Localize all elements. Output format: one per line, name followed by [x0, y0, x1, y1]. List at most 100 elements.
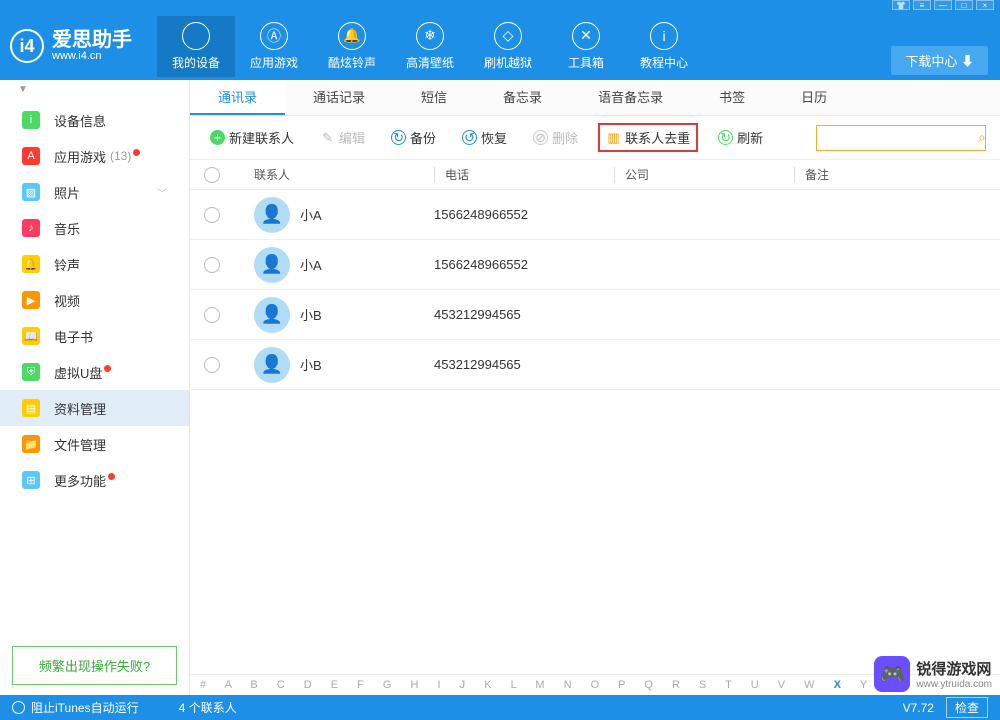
red-dot-icon	[133, 149, 140, 156]
avatar-icon: 👤	[254, 197, 290, 233]
sidebar-item-2[interactable]: ▨ 照片 ﹀	[0, 174, 189, 210]
sidebar-label: 铃声	[54, 255, 80, 274]
search-box[interactable]: ⌕	[816, 125, 986, 151]
row-checkbox[interactable]	[204, 257, 220, 273]
nav-tab-5[interactable]: ✕工具箱	[547, 16, 625, 77]
refresh-icon: ↻	[718, 130, 733, 145]
sidebar-item-9[interactable]: 📁文件管理	[0, 426, 189, 462]
sidebar-item-3[interactable]: ♪音乐	[0, 210, 189, 246]
minimize-button[interactable]: —	[934, 0, 952, 10]
sub-tab-3[interactable]: 备忘录	[475, 80, 570, 115]
nav-tab-icon: 🔔	[338, 22, 366, 50]
contact-row[interactable]: 👤 小A 1566248966552	[190, 190, 1000, 240]
watermark-title: 锐得游戏网	[916, 658, 992, 679]
row-checkbox[interactable]	[204, 207, 220, 223]
chevron-down-icon: ﹀	[157, 185, 167, 200]
nav-tab-label: 刷机越狱	[469, 54, 547, 71]
search-icon[interactable]: ⌕	[978, 129, 986, 146]
row-checkbox[interactable]	[204, 307, 220, 323]
backup-button[interactable]: ↻ 备份	[385, 124, 442, 151]
sidebar-item-5[interactable]: ▶ 视频	[0, 282, 189, 318]
sidebar-item-1[interactable]: A应用游戏(13)	[0, 138, 189, 174]
contact-row[interactable]: 👤 小B 453212994565	[190, 340, 1000, 390]
sub-tab-4[interactable]: 语音备忘录	[570, 80, 691, 115]
sidebar-label: 照片	[54, 183, 80, 202]
select-all-checkbox[interactable]	[204, 167, 220, 183]
restore-button[interactable]: ↺ 恢复	[456, 124, 513, 151]
version-label: V7.72	[903, 701, 934, 715]
sidebar-icon: ⛨	[22, 363, 40, 381]
nav-tab-label: 工具箱	[547, 54, 625, 71]
refresh-button[interactable]: ↻ 刷新	[712, 124, 769, 151]
sidebar-item-7[interactable]: ⛨虚拟U盘	[0, 354, 189, 390]
sidebar-item-6[interactable]: 📖 电子书	[0, 318, 189, 354]
delete-label: 删除	[552, 128, 578, 147]
nav-tabs: 我的设备Ⓐ应用游戏🔔酷炫铃声❄高清壁纸◇刷机越狱✕工具箱 i 教程中心	[157, 16, 703, 77]
nav-tab-4[interactable]: ◇刷机越狱	[469, 16, 547, 77]
app-title: 爱思助手	[52, 30, 132, 50]
nav-tab-icon: i	[650, 22, 678, 50]
contact-phone: 453212994565	[434, 357, 614, 372]
contact-phone: 453212994565	[434, 307, 614, 322]
sidebar-icon: ▶	[22, 291, 40, 309]
sub-tab-6[interactable]: 日历	[773, 80, 855, 115]
dedupe-button[interactable]: ▥ 联系人去重	[598, 123, 698, 152]
download-center-button[interactable]: 下载中心 ⬇	[891, 46, 988, 75]
sidebar-label: 电子书	[54, 327, 93, 346]
sub-tab-5[interactable]: 书签	[691, 80, 773, 115]
contact-phone: 1566248966552	[434, 257, 614, 272]
col-name[interactable]: 联系人	[254, 166, 434, 183]
nav-tab-icon	[182, 22, 210, 50]
sidebar-item-8[interactable]: ▤资料管理	[0, 390, 189, 426]
sidebar: ▼ i设备信息A应用游戏(13) ▨ 照片 ﹀ ♪音乐🔔铃声 ▶ 视频 📖 电子书 ⛨虚拟U盘▤资…	[0, 80, 190, 695]
sidebar-item-10[interactable]: ⊞更多功能	[0, 462, 189, 498]
sidebar-collapse-icon[interactable]: ▼	[0, 80, 189, 102]
delete-button[interactable]: ⊘ 删除	[527, 124, 584, 151]
sidebar-icon: ▨	[22, 183, 40, 201]
sub-tab-1[interactable]: 通话记录	[285, 80, 393, 115]
title-bar: 👕 ≡ — □ ×	[0, 0, 1000, 12]
faq-link[interactable]: 频繁出现操作失败?	[12, 646, 177, 685]
sub-tab-2[interactable]: 短信	[393, 80, 475, 115]
row-checkbox[interactable]	[204, 357, 220, 373]
contact-name: 小A	[300, 255, 322, 274]
new-contact-button[interactable]: + 新建联系人	[204, 124, 300, 151]
maximize-button[interactable]: □	[955, 0, 973, 10]
search-input[interactable]	[823, 131, 978, 145]
contact-name: 小B	[300, 355, 322, 374]
watermark-icon: 🎮	[874, 656, 910, 692]
table-header: 联系人 电话 公司 备注	[190, 160, 1000, 190]
menu-button[interactable]: ≡	[913, 0, 931, 10]
sidebar-item-4[interactable]: 🔔铃声	[0, 246, 189, 282]
skin-button[interactable]: 👕	[892, 0, 910, 10]
sidebar-icon: ⊞	[22, 471, 40, 489]
backup-label: 备份	[410, 128, 436, 147]
sidebar-label: 视频	[54, 291, 80, 310]
col-phone[interactable]: 电话	[434, 167, 614, 183]
contact-row[interactable]: 👤 小B 453212994565	[190, 290, 1000, 340]
nav-tab-1[interactable]: Ⓐ应用游戏	[235, 16, 313, 77]
sidebar-icon: 📖	[22, 327, 40, 345]
nav-tab-label: 应用游戏	[235, 54, 313, 71]
nav-tab-label: 高清壁纸	[391, 54, 469, 71]
sub-tab-0[interactable]: 通讯录	[190, 80, 285, 115]
itunes-block-toggle[interactable]	[12, 701, 25, 714]
edit-button[interactable]: ✎ 编辑	[314, 124, 371, 151]
contact-row[interactable]: 👤 小A 1566248966552	[190, 240, 1000, 290]
delete-icon: ⊘	[533, 130, 548, 145]
nav-tab-3[interactable]: ❄高清壁纸	[391, 16, 469, 77]
nav-tab-label: 教程中心	[625, 54, 703, 71]
sidebar-item-0[interactable]: i设备信息	[0, 102, 189, 138]
app-url: www.i4.cn	[52, 50, 132, 62]
close-button[interactable]: ×	[976, 0, 994, 10]
sidebar-label: 文件管理	[54, 435, 106, 454]
col-note[interactable]: 备注	[794, 167, 986, 183]
logo-icon: i4	[10, 29, 44, 63]
nav-tab-6[interactable]: i 教程中心	[625, 16, 703, 77]
check-update-button[interactable]: 检查	[946, 697, 988, 718]
nav-tab-0[interactable]: 我的设备	[157, 16, 235, 77]
avatar-icon: 👤	[254, 247, 290, 283]
nav-tab-2[interactable]: 🔔酷炫铃声	[313, 16, 391, 77]
col-company[interactable]: 公司	[614, 167, 794, 183]
backup-icon: ↻	[391, 130, 406, 145]
